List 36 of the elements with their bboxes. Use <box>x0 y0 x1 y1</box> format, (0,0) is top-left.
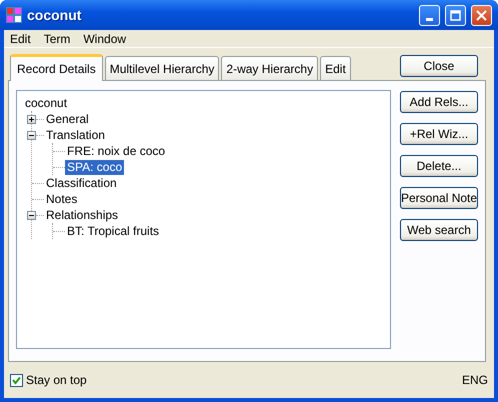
tree-item[interactable]: FRE: noix de coco <box>65 144 168 158</box>
tab[interactable]: 2-way Hierarchy <box>221 56 318 80</box>
action-button[interactable]: Personal Note <box>400 187 478 209</box>
close-window-button[interactable] <box>471 4 492 26</box>
tree-item[interactable]: coconut <box>23 96 70 110</box>
close-icon <box>476 10 487 20</box>
tree-item[interactable]: General <box>44 112 91 126</box>
close-button[interactable]: Close <box>400 55 478 77</box>
tab[interactable]: Record Details <box>10 54 103 81</box>
collapse-icon[interactable] <box>27 130 36 140</box>
action-button[interactable]: +Rel Wiz... <box>400 123 478 145</box>
menu-item[interactable]: Window <box>81 30 134 48</box>
maximize-button[interactable] <box>445 4 466 26</box>
checkbox-label: Stay on top <box>26 372 87 389</box>
action-button[interactable]: Web search <box>400 219 478 241</box>
minimize-icon <box>426 18 433 20</box>
language-indicator: ENG <box>462 372 488 389</box>
maximize-icon <box>450 10 461 20</box>
collapse-icon[interactable] <box>27 210 36 220</box>
action-button[interactable]: Add Rels... <box>400 91 478 113</box>
action-button[interactable]: Delete... <box>400 155 478 177</box>
app-icon <box>6 7 22 23</box>
tree-item[interactable]: Classification <box>44 176 119 190</box>
minimize-button[interactable] <box>419 4 440 26</box>
stay-on-top-checkbox[interactable] <box>10 374 23 386</box>
tree-item[interactable]: Relationships <box>44 208 120 222</box>
tree-item[interactable]: BT: Tropical fruits <box>65 224 162 238</box>
tree-item[interactable]: SPA: coco <box>65 160 124 174</box>
window-title: coconut <box>27 6 82 24</box>
tab[interactable]: Edit <box>320 56 351 80</box>
tree-item[interactable]: Translation <box>44 128 107 142</box>
tree-item[interactable]: Notes <box>44 192 80 206</box>
tab[interactable]: Multilevel Hierarchy <box>104 56 220 80</box>
expand-icon[interactable] <box>27 114 36 124</box>
menu-item[interactable]: Edit <box>8 30 38 48</box>
menu-item[interactable]: Term <box>42 30 78 48</box>
